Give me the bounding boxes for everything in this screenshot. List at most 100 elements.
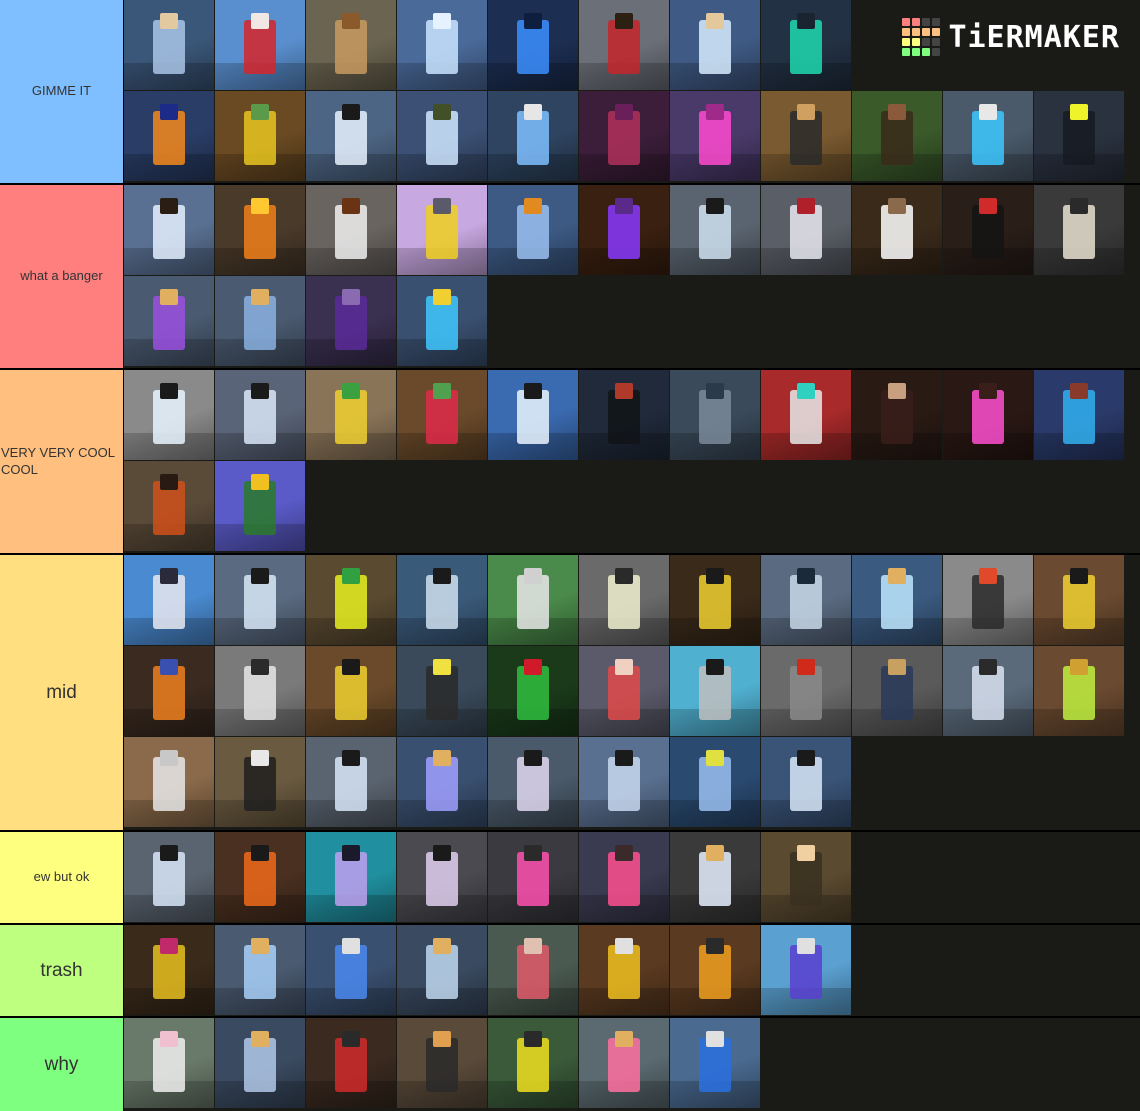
tier-item[interactable] [124, 555, 215, 646]
tier-item[interactable] [306, 925, 397, 1016]
tier-item[interactable] [579, 646, 670, 737]
tier-label[interactable]: why [0, 1018, 124, 1111]
tier-item[interactable] [943, 370, 1034, 461]
tier-item[interactable] [488, 1018, 579, 1109]
tier-item[interactable] [579, 0, 670, 91]
tier-item[interactable] [761, 0, 852, 91]
tier-item[interactable] [761, 925, 852, 1016]
tier-item[interactable] [761, 646, 852, 737]
tier-item[interactable] [670, 832, 761, 923]
tier-item[interactable] [397, 276, 488, 367]
tier-item[interactable] [579, 370, 670, 461]
tier-items[interactable] [124, 925, 1140, 1016]
tier-item[interactable] [306, 0, 397, 91]
tier-item[interactable] [306, 276, 397, 367]
tier-item[interactable] [306, 555, 397, 646]
tier-item[interactable] [397, 832, 488, 923]
tier-item[interactable] [852, 370, 943, 461]
tier-item[interactable] [397, 91, 488, 182]
tier-item[interactable] [397, 0, 488, 91]
tier-label[interactable]: what a banger [0, 185, 124, 368]
tier-item[interactable] [215, 646, 306, 737]
tier-items[interactable] [124, 1018, 1140, 1111]
tier-label[interactable]: ew but ok [0, 832, 124, 923]
tier-label[interactable]: mid [0, 555, 124, 830]
tier-item[interactable] [124, 276, 215, 367]
tier-item[interactable] [397, 185, 488, 276]
tier-item[interactable] [124, 185, 215, 276]
tier-item[interactable] [1034, 555, 1125, 646]
tier-item[interactable] [306, 185, 397, 276]
tier-item[interactable] [943, 185, 1034, 276]
tier-item[interactable] [488, 91, 579, 182]
tier-item[interactable] [397, 925, 488, 1016]
tier-item[interactable] [215, 91, 306, 182]
tier-items[interactable] [124, 832, 1140, 923]
tier-item[interactable] [215, 370, 306, 461]
tier-item[interactable] [1034, 185, 1125, 276]
tier-item[interactable] [124, 646, 215, 737]
tier-item[interactable] [670, 555, 761, 646]
tier-item[interactable] [579, 925, 670, 1016]
tier-item[interactable] [761, 91, 852, 182]
tier-item[interactable] [124, 925, 215, 1016]
tier-item[interactable] [761, 370, 852, 461]
tier-items[interactable] [124, 555, 1140, 830]
tier-item[interactable] [579, 555, 670, 646]
tier-item[interactable] [579, 832, 670, 923]
tier-item[interactable] [943, 646, 1034, 737]
tier-item[interactable] [124, 0, 215, 91]
tier-item[interactable] [397, 737, 488, 828]
tier-item[interactable] [852, 555, 943, 646]
tier-item[interactable] [761, 555, 852, 646]
tier-item[interactable] [670, 91, 761, 182]
tier-item[interactable] [761, 737, 852, 828]
tier-item[interactable] [215, 555, 306, 646]
tier-item[interactable] [124, 832, 215, 923]
tier-item[interactable] [670, 0, 761, 91]
tier-item[interactable] [488, 737, 579, 828]
tier-item[interactable] [124, 91, 215, 182]
tier-item[interactable] [215, 925, 306, 1016]
tier-item[interactable] [943, 91, 1034, 182]
tier-item[interactable] [215, 737, 306, 828]
tier-item[interactable] [488, 925, 579, 1016]
tier-item[interactable] [852, 646, 943, 737]
tier-item[interactable] [215, 1018, 306, 1109]
tier-item[interactable] [306, 737, 397, 828]
tier-item[interactable] [579, 1018, 670, 1109]
tier-item[interactable] [397, 555, 488, 646]
tier-item[interactable] [215, 276, 306, 367]
tier-items[interactable] [124, 185, 1140, 368]
tier-item[interactable] [670, 737, 761, 828]
tier-item[interactable] [579, 91, 670, 182]
tier-item[interactable] [670, 925, 761, 1016]
tier-label[interactable]: GIMME IT [0, 0, 124, 183]
tier-label[interactable]: VERY VERY COOL COOL [0, 370, 124, 553]
tier-item[interactable] [488, 0, 579, 91]
tier-item[interactable] [488, 185, 579, 276]
tier-item[interactable] [397, 370, 488, 461]
tier-item[interactable] [852, 185, 943, 276]
tier-item[interactable] [488, 370, 579, 461]
tier-item[interactable] [1034, 370, 1125, 461]
tier-item[interactable] [215, 461, 306, 552]
tier-item[interactable] [306, 1018, 397, 1109]
tier-item[interactable] [579, 185, 670, 276]
tier-item[interactable] [579, 737, 670, 828]
tier-label[interactable]: trash [0, 925, 124, 1016]
tier-item[interactable] [852, 91, 943, 182]
tier-item[interactable] [124, 461, 215, 552]
tier-item[interactable] [306, 370, 397, 461]
tier-item[interactable] [306, 646, 397, 737]
tier-item[interactable] [761, 832, 852, 923]
tier-item[interactable] [943, 555, 1034, 646]
tier-item[interactable] [306, 832, 397, 923]
tier-item[interactable] [670, 370, 761, 461]
tier-item[interactable] [670, 646, 761, 737]
tier-item[interactable] [397, 1018, 488, 1109]
tier-item[interactable] [124, 737, 215, 828]
tier-item[interactable] [488, 832, 579, 923]
tier-item[interactable] [215, 832, 306, 923]
tier-items[interactable] [124, 370, 1140, 553]
